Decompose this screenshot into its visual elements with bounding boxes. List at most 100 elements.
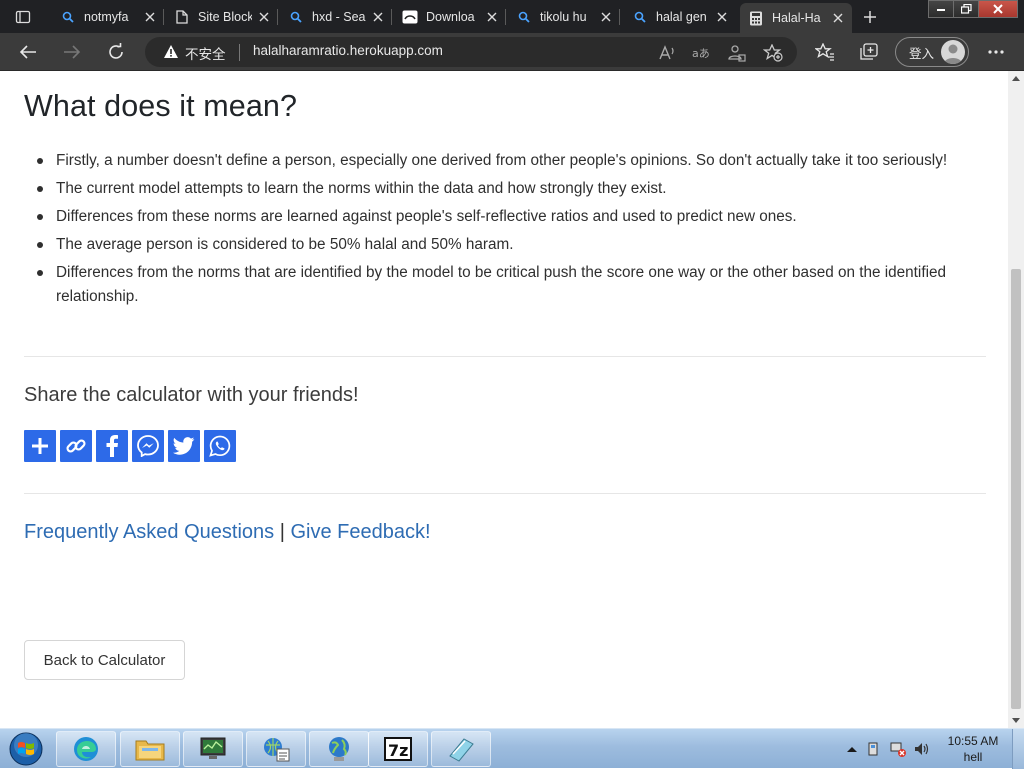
translate-icon[interactable]: aあ xyxy=(691,43,711,63)
favorites-icon[interactable] xyxy=(814,41,836,63)
scroll-up-icon[interactable] xyxy=(1012,75,1020,81)
removable-device-icon[interactable] xyxy=(866,741,882,757)
page-heading: What does it mean? xyxy=(24,89,298,123)
tab-0[interactable]: notmyfa xyxy=(52,3,164,31)
page-icon xyxy=(174,9,190,25)
tab-title: notmyfa xyxy=(84,10,129,24)
tab-title: Downloa xyxy=(426,10,475,24)
list-item: Firstly, a number doesn't define a perso… xyxy=(32,149,952,173)
tab-1[interactable]: Site Block xyxy=(166,3,278,31)
calculator-icon xyxy=(748,10,764,26)
footer-links: Frequently Asked Questions | Give Feedba… xyxy=(24,521,431,544)
collections-icon[interactable] xyxy=(858,41,880,63)
profile-avatar-icon xyxy=(941,40,965,64)
search-icon xyxy=(516,9,532,25)
scroll-down-icon[interactable] xyxy=(1012,718,1020,724)
address-toolbar: 不安全 halalharamratio.herokuapp.com aあ 登入 xyxy=(0,33,1024,71)
close-tab-icon[interactable] xyxy=(714,9,730,25)
system-clock[interactable]: 10:55 AM hell xyxy=(940,733,1006,765)
faq-link[interactable]: Frequently Asked Questions xyxy=(24,521,274,543)
facebook-icon[interactable] xyxy=(96,430,128,462)
network-disconnected-icon[interactable] xyxy=(890,741,906,757)
list-item: The average person is considered to be 5… xyxy=(32,233,952,257)
tab-title: Site Block xyxy=(198,10,252,24)
tab-title: halal gen xyxy=(656,10,707,24)
tab-separator xyxy=(163,9,164,25)
settings-more-icon[interactable] xyxy=(985,41,1007,63)
start-button-icon[interactable] xyxy=(6,730,46,768)
read-aloud-icon[interactable] xyxy=(657,43,677,63)
close-tab-icon[interactable] xyxy=(598,9,614,25)
tab-strip: notmyfa Site Block hxd - Sea Downloa tik… xyxy=(0,0,1024,33)
messenger-icon[interactable] xyxy=(132,430,164,462)
tab-3[interactable]: Downloa xyxy=(394,3,506,31)
tab-title: hxd - Sea xyxy=(312,10,366,24)
notepad-icon[interactable] xyxy=(431,731,491,767)
feedback-link[interactable]: Give Feedback! xyxy=(290,521,430,543)
tab-separator xyxy=(505,9,506,25)
search-icon xyxy=(288,9,304,25)
volume-icon[interactable] xyxy=(914,741,930,757)
list-item: The current model attempts to learn the … xyxy=(32,177,952,201)
twitter-icon[interactable] xyxy=(168,430,200,462)
minimize-button[interactable] xyxy=(928,0,954,18)
close-tab-icon[interactable] xyxy=(256,9,272,25)
whatsapp-icon[interactable] xyxy=(204,430,236,462)
list-item: Differences from these norms are learned… xyxy=(32,205,952,229)
restore-button[interactable] xyxy=(953,0,979,18)
scrollbar-thumb[interactable] xyxy=(1011,269,1021,709)
vertical-scrollbar[interactable] xyxy=(1008,71,1024,728)
7zip-icon[interactable]: 7z xyxy=(368,731,428,767)
show-hidden-icons-icon[interactable] xyxy=(844,741,860,757)
address-bar[interactable]: 不安全 halalharamratio.herokuapp.com aあ xyxy=(145,37,797,67)
close-tab-icon[interactable] xyxy=(484,9,500,25)
tab-2[interactable]: hxd - Sea xyxy=(280,3,392,31)
explanation-list: Firstly, a number doesn't define a perso… xyxy=(32,149,952,313)
search-icon xyxy=(60,9,76,25)
svg-text:7z: 7z xyxy=(388,741,408,760)
share-heading: Share the calculator with your friends! xyxy=(24,384,359,406)
sign-in-button[interactable]: 登入 xyxy=(895,37,969,67)
clock-time: 10:55 AM xyxy=(947,734,999,748)
share-buttons xyxy=(24,430,236,462)
tab-separator xyxy=(277,9,278,25)
tab-5[interactable]: halal gen xyxy=(624,3,736,31)
close-window-button[interactable] xyxy=(978,0,1018,18)
tab-separator xyxy=(619,9,620,25)
tab-4[interactable]: tikolu hu xyxy=(508,3,620,31)
close-tab-icon[interactable] xyxy=(142,9,158,25)
tab-6-active[interactable]: Halal-Ha xyxy=(740,3,852,33)
close-tab-icon[interactable] xyxy=(830,10,846,26)
clock-user: hell xyxy=(963,750,983,764)
back-to-calculator-button[interactable]: Back to Calculator xyxy=(24,640,185,680)
svg-text:aあ: aあ xyxy=(692,47,710,60)
refresh-icon[interactable] xyxy=(101,38,131,66)
copy-link-icon[interactable] xyxy=(60,430,92,462)
app-available-icon[interactable] xyxy=(727,43,747,63)
forward-icon[interactable] xyxy=(57,38,87,66)
back-icon[interactable] xyxy=(13,38,43,66)
page-content: What does it mean? Firstly, a number doe… xyxy=(0,71,1008,728)
edge-icon[interactable] xyxy=(56,731,116,767)
warning-icon[interactable] xyxy=(163,44,179,59)
divider xyxy=(24,493,986,494)
security-label[interactable]: 不安全 xyxy=(185,43,226,63)
new-tab-button[interactable] xyxy=(858,6,882,28)
search-icon xyxy=(632,9,648,25)
address-divider xyxy=(239,44,240,61)
sign-in-label: 登入 xyxy=(909,46,935,61)
explorer-icon[interactable] xyxy=(120,731,180,767)
download-site-icon xyxy=(402,9,418,25)
add-share-icon[interactable] xyxy=(24,430,56,462)
network-app-icon[interactable] xyxy=(246,731,306,767)
add-favorite-icon[interactable] xyxy=(763,43,783,63)
monitor-app-icon[interactable] xyxy=(183,731,243,767)
link-separator: | xyxy=(279,521,285,543)
close-tab-icon[interactable] xyxy=(370,9,386,25)
url-text[interactable]: halalharamratio.herokuapp.com xyxy=(253,43,443,58)
tab-actions-icon[interactable] xyxy=(8,5,38,29)
tab-separator xyxy=(391,9,392,25)
globe-app-icon[interactable] xyxy=(309,731,369,767)
show-desktop-button[interactable] xyxy=(1012,729,1024,769)
tab-title: tikolu hu xyxy=(540,10,587,24)
